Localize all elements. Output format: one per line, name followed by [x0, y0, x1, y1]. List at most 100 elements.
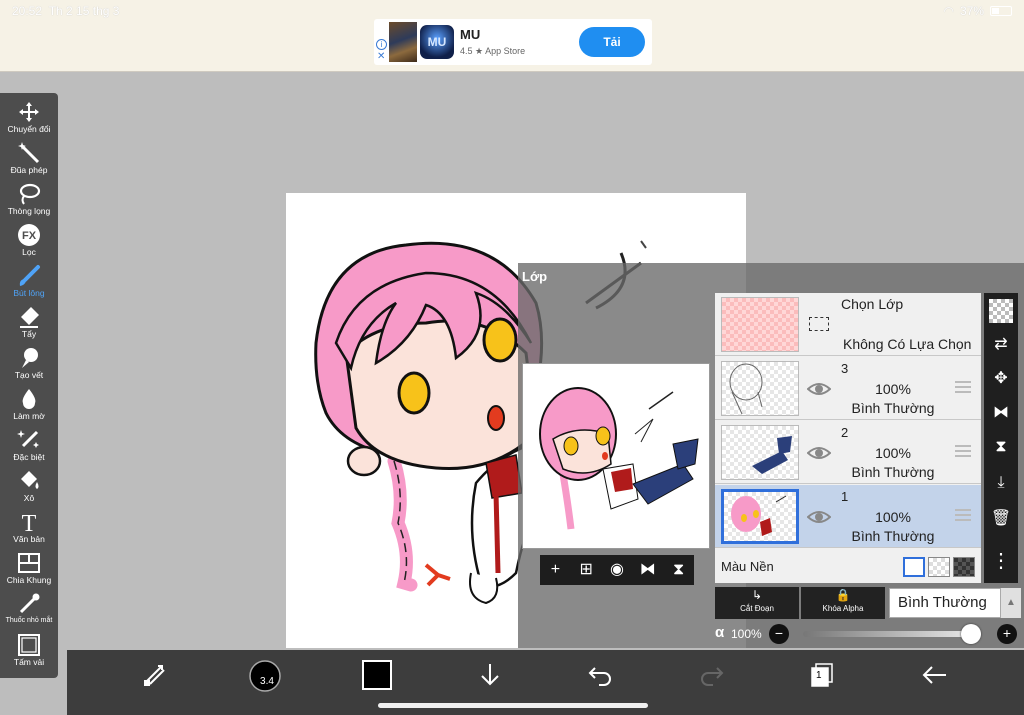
flip-layer-vertical-icon[interactable]: ⧗ [989, 435, 1013, 459]
back-button[interactable] [917, 660, 953, 690]
frame-divider-icon [18, 553, 40, 573]
battery-label: 37% [959, 4, 984, 18]
visibility-eye-icon[interactable] [807, 377, 831, 401]
blend-mode-select[interactable]: Bình Thường [889, 588, 1001, 618]
layer-row-selected[interactable]: 1 100% Bình Thường [715, 485, 981, 548]
tool-smudge[interactable]: Tạo vết [0, 343, 58, 384]
add-layer-icon[interactable]: + [545, 560, 565, 580]
flip-layer-horizontal-icon[interactable]: ⧓ [989, 401, 1013, 425]
layer-row[interactable]: 3 100% Bình Thường [715, 357, 981, 420]
tool-label: Chia Khung [6, 575, 52, 585]
magic-wand-icon [18, 142, 40, 164]
ad-download-button[interactable]: Tải [579, 27, 645, 57]
layer-count: 1 [816, 670, 822, 681]
tool-bucket[interactable]: Xô [0, 466, 58, 507]
battery-icon [990, 6, 1012, 16]
swap-layers-icon[interactable]: ⇄ [989, 333, 1013, 357]
tool-label: Bút lông [13, 288, 45, 298]
move-icon [19, 102, 39, 122]
tool-eraser[interactable]: Tẩy [0, 302, 58, 343]
move-layer-icon[interactable]: ✥ [989, 367, 1013, 391]
alpha-symbol: α [715, 624, 725, 641]
opacity-increase-button[interactable]: + [997, 624, 1017, 644]
clip-arrow-icon: ↳ [751, 588, 763, 602]
tool-lasso[interactable]: Thòng lọng [0, 179, 58, 220]
tool-label: Đũa phép [10, 165, 48, 175]
clipping-button[interactable]: ↳ Cắt Đoạn [715, 587, 799, 619]
bg-white-swatch[interactable] [903, 557, 925, 577]
blur-drop-icon [22, 389, 36, 409]
layer-opacity: 100% [875, 509, 911, 525]
quick-menu-button[interactable] [137, 660, 173, 690]
tool-eyedropper[interactable]: Thuốc nhỏ mắt [0, 589, 58, 630]
selection-thumbnail [721, 297, 799, 352]
redo-button[interactable] [694, 660, 730, 690]
more-options-icon[interactable]: ⋮ [989, 549, 1013, 573]
bucket-icon [21, 471, 39, 489]
flip-horizontal-icon[interactable]: ⧓ [638, 560, 658, 580]
drag-handle-icon[interactable] [955, 445, 971, 459]
opacity-slider-knob[interactable] [961, 624, 981, 644]
fx-filter-icon: FX [18, 224, 40, 246]
opacity-row: α 100% − + [715, 623, 1021, 645]
tool-filter[interactable]: FX Lọc [0, 220, 58, 261]
visibility-eye-icon[interactable] [807, 441, 831, 465]
opacity-decrease-button[interactable]: − [769, 624, 789, 644]
visibility-eye-icon[interactable] [807, 505, 831, 529]
text-icon: T [22, 511, 37, 534]
ad-close-icon[interactable]: ✕ [377, 51, 385, 62]
color-swatch-button[interactable] [362, 660, 392, 690]
layer-row[interactable]: 2 100% Bình Thường [715, 421, 981, 484]
tool-transform[interactable]: Chuyển đổi [0, 97, 58, 138]
alpha-lock-button[interactable]: 🔒 Khóa Alpha [801, 587, 885, 619]
background-color-row: Màu Nền [715, 551, 981, 583]
clip-label: Cắt Đoạn [740, 604, 774, 613]
brush-size-button[interactable]: 3.4 [247, 658, 283, 692]
tool-canvas[interactable]: Tấm vải [0, 630, 58, 671]
drag-handle-icon[interactable] [955, 509, 971, 523]
tool-text[interactable]: T Văn bản [0, 507, 58, 548]
layer-panel-title: Lớp [522, 269, 548, 284]
tool-special[interactable]: Đặc biệt [0, 425, 58, 466]
layer-opacity: 100% [875, 381, 911, 397]
preview-toolbar: + ⊞ ◉ ⧓ ⧗ [540, 555, 694, 585]
tool-label: Xô [23, 493, 35, 503]
layer-blend-mode: Bình Thường [851, 464, 935, 480]
layer-blend-mode: Bình Thường [851, 400, 935, 416]
bg-dark-swatch[interactable] [953, 557, 975, 577]
tool-label: Đặc biệt [13, 452, 45, 462]
brush-swap-icon [144, 665, 165, 686]
camera-icon[interactable]: ◉ [607, 560, 627, 580]
ad-screenshot [389, 22, 417, 62]
layer-list: Chọn Lớp Không Có Lựa Chọn 3 100% Bình T… [715, 293, 981, 583]
opacity-slider[interactable] [803, 624, 981, 644]
selection-layer-row[interactable]: Chọn Lớp Không Có Lựa Chọn [715, 293, 981, 356]
brush-icon [19, 265, 40, 286]
layer-number: 1 [841, 489, 849, 504]
flip-vertical-icon[interactable]: ⧗ [669, 560, 689, 580]
tool-blur[interactable]: Làm mờ [0, 384, 58, 425]
tool-frame-divider[interactable]: Chia Khung [0, 548, 58, 589]
tool-sidebar: Chuyển đổi Đũa phép Thòng lọng FX Lọc Bú… [0, 93, 58, 678]
blend-mode-arrow-icon[interactable]: ▲ [1001, 588, 1021, 618]
layers-button[interactable]: 1 [804, 660, 840, 690]
drag-handle-icon[interactable] [955, 381, 971, 395]
tool-label: Lọc [22, 247, 36, 257]
tool-magic-wand[interactable]: Đũa phép [0, 138, 58, 179]
ad-app-logo: MU [420, 25, 454, 59]
download-button[interactable] [472, 660, 508, 690]
tool-label: Tấm vải [13, 657, 45, 667]
home-indicator[interactable] [378, 703, 648, 708]
trash-icon[interactable]: 🗑 [989, 507, 1013, 531]
layer-side-tools: ⇄ ✥ ⧓ ⧗ ⤓ 🗑 ⋮ [984, 293, 1018, 583]
undo-button[interactable] [582, 660, 618, 690]
bg-transparent-swatch[interactable] [928, 557, 950, 577]
merge-down-icon[interactable]: ⤓ [989, 471, 1013, 495]
checker-icon[interactable] [989, 299, 1013, 323]
ad-banner[interactable]: i ✕ MU MU 4.5 ★ App Store Tải [374, 19, 652, 65]
tool-brush[interactable]: Bút lông [0, 261, 58, 302]
add-layer-from-image-icon[interactable]: ⊞ [576, 560, 596, 580]
ad-info-icon[interactable]: i [376, 39, 387, 50]
layer-number: 3 [841, 361, 849, 376]
ad-rating: 4.5 ★ App Store [460, 46, 526, 56]
